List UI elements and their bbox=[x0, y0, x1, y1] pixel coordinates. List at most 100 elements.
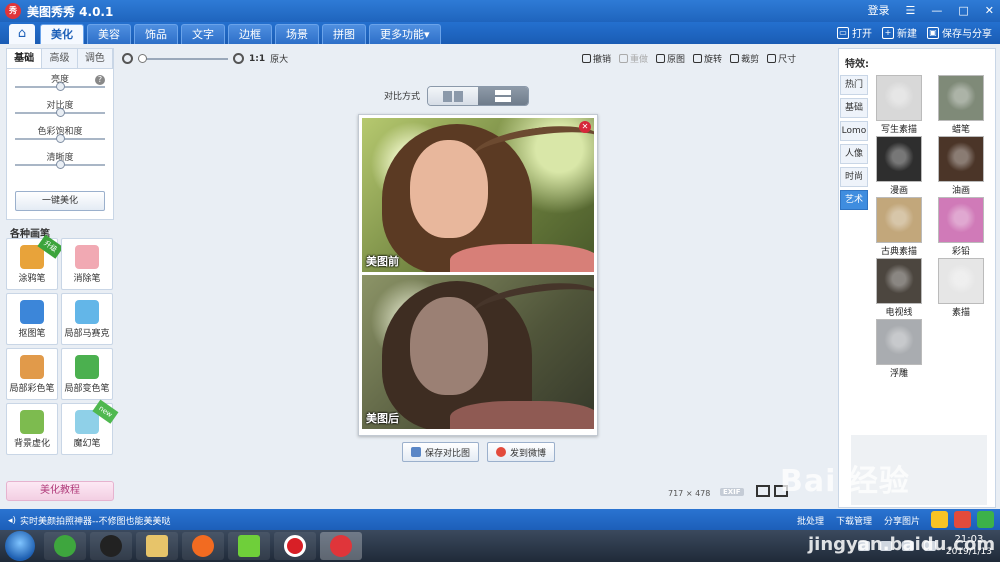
tool-2[interactable]: 原图 bbox=[656, 52, 685, 65]
brush-label: 抠图笔 bbox=[18, 329, 46, 339]
single-view-icon[interactable] bbox=[756, 485, 770, 497]
tool-5[interactable]: 尺寸 bbox=[767, 52, 796, 65]
baidu-watermark-url: jingyan.baidu.com bbox=[808, 534, 996, 555]
new-button[interactable]: + 新建 bbox=[882, 25, 917, 40]
close-compare-icon[interactable]: ✕ bbox=[579, 121, 591, 133]
minimize-button[interactable]: — bbox=[931, 4, 942, 17]
menu-icon[interactable]: ☰ bbox=[906, 4, 916, 17]
effect-category-0[interactable]: 热门 bbox=[840, 75, 868, 95]
subtab-2[interactable]: 调色 bbox=[77, 49, 113, 68]
exif-button[interactable]: EXIF bbox=[720, 488, 744, 496]
side-by-side-mode-button[interactable] bbox=[428, 87, 478, 105]
adjust-panel: 基础 高级 调色 ? 亮度 对比度 色彩饱和度 清晰度 一键美化 bbox=[6, 48, 114, 220]
after-label: 美图后 bbox=[366, 412, 399, 425]
slider-knob[interactable] bbox=[56, 134, 65, 143]
start-button[interactable] bbox=[5, 531, 35, 561]
effect-item-5[interactable]: 彩铅 bbox=[933, 197, 989, 257]
save-comparison-button[interactable]: 保存对比图 bbox=[402, 442, 480, 462]
folder-icon bbox=[146, 535, 168, 557]
brush-5[interactable]: 局部变色笔 bbox=[61, 348, 113, 400]
zoom-in-icon[interactable] bbox=[233, 53, 244, 64]
taskbar-app-video[interactable] bbox=[228, 532, 270, 560]
zoom-out-icon[interactable] bbox=[122, 53, 133, 64]
tab-0[interactable]: 美化 bbox=[40, 24, 84, 44]
slider-1: 对比度 bbox=[7, 95, 113, 121]
save-share-button[interactable]: ▣ 保存与分享 bbox=[927, 25, 992, 40]
slider-knob[interactable] bbox=[56, 82, 65, 91]
tool-4[interactable]: 裁剪 bbox=[730, 52, 759, 65]
slider-track[interactable] bbox=[15, 160, 105, 169]
tool-0[interactable]: 撤销 bbox=[582, 52, 611, 65]
tool-3[interactable]: 旋转 bbox=[693, 52, 722, 65]
slider-track[interactable] bbox=[15, 82, 105, 91]
effect-item-7[interactable]: 素描 bbox=[933, 258, 989, 318]
zoom-slider-knob[interactable] bbox=[138, 53, 147, 63]
tab-3[interactable]: 文字 bbox=[181, 24, 225, 44]
one-click-beautify-button[interactable]: 一键美化 bbox=[15, 191, 105, 211]
open-button[interactable]: ▭ 打开 bbox=[837, 25, 872, 40]
brush-4[interactable]: 局部彩色笔 bbox=[6, 348, 58, 400]
effect-category-4[interactable]: 时尚 bbox=[840, 167, 868, 187]
add-icon[interactable] bbox=[977, 511, 994, 528]
taskbar-app-browser[interactable] bbox=[44, 532, 86, 560]
weibo-icon[interactable] bbox=[954, 511, 971, 528]
tab-1[interactable]: 美容 bbox=[87, 24, 131, 44]
effect-label: 彩铅 bbox=[951, 247, 970, 257]
taskbar-app-meitu[interactable] bbox=[320, 532, 362, 560]
taskbar-app-firefox[interactable] bbox=[182, 532, 224, 560]
download-manager-link[interactable]: 下载管理 bbox=[836, 514, 872, 527]
zoom-slider[interactable] bbox=[138, 53, 228, 63]
slider-track[interactable] bbox=[15, 134, 105, 143]
effect-item-4[interactable]: 古典素描 bbox=[871, 197, 927, 257]
promo-message[interactable]: 实时美颜拍照神器--不修图也能美美哒 bbox=[20, 514, 171, 527]
effect-item-3[interactable]: 油画 bbox=[933, 136, 989, 196]
effect-category-3[interactable]: 人像 bbox=[840, 144, 868, 164]
brush-label: 涂鸦笔 bbox=[18, 274, 46, 284]
maximize-button[interactable]: □ bbox=[958, 4, 968, 17]
effect-item-0[interactable]: 写生素描 bbox=[871, 75, 927, 135]
effect-item-6[interactable]: 电视线 bbox=[871, 258, 927, 318]
brush-2[interactable]: 抠图笔 bbox=[6, 293, 58, 345]
subtab-1[interactable]: 高级 bbox=[42, 49, 78, 68]
brush-6[interactable]: 背景虚化 bbox=[6, 403, 58, 455]
subtab-0[interactable]: 基础 bbox=[7, 49, 43, 68]
tab-6[interactable]: 拼图 bbox=[322, 24, 366, 44]
batch-process-link[interactable]: 批处理 bbox=[797, 514, 824, 527]
brush-7[interactable]: 魔幻笔 new bbox=[61, 399, 119, 455]
slider-2: 色彩饱和度 bbox=[7, 121, 113, 147]
tab-5[interactable]: 场景 bbox=[275, 24, 319, 44]
tab-4[interactable]: 边框 bbox=[228, 24, 272, 44]
effect-category-2[interactable]: Lomo bbox=[840, 121, 868, 141]
taskbar-app-recorder[interactable] bbox=[274, 532, 316, 560]
share-weibo-button[interactable]: 发到微博 bbox=[487, 442, 556, 462]
share-image-link[interactable]: 分享图片 bbox=[884, 514, 920, 527]
zoom-ratio[interactable]: 1:1 bbox=[249, 54, 265, 64]
taskbar-app-explorer[interactable] bbox=[136, 532, 178, 560]
effect-item-2[interactable]: 漫画 bbox=[871, 136, 927, 196]
tab-7[interactable]: 更多功能▾ bbox=[369, 24, 441, 44]
original-size-label[interactable]: 原大 bbox=[270, 52, 288, 65]
star-icon[interactable] bbox=[931, 511, 948, 528]
slider-knob[interactable] bbox=[56, 108, 65, 117]
effect-category-5[interactable]: 艺术 bbox=[840, 190, 868, 210]
brush-1[interactable]: 消除笔 bbox=[61, 238, 113, 290]
title-bar: 秀 美图秀秀 4.0.1 登录 ☰ — □ ✕ bbox=[0, 0, 1000, 22]
taskbar-app-qq[interactable] bbox=[90, 532, 132, 560]
slider-track[interactable] bbox=[15, 108, 105, 117]
slider-knob[interactable] bbox=[56, 160, 65, 169]
brush-0[interactable]: 涂鸦笔 升级 bbox=[6, 234, 64, 290]
login-link[interactable]: 登录 bbox=[868, 2, 890, 18]
beautify-tutorial-button[interactable]: 美化教程 bbox=[6, 481, 114, 501]
brush-label: 消除笔 bbox=[73, 274, 101, 284]
main-tab-bar: ⌂ 美化 美容 饰品 文字 边框 场景 拼图 更多功能▾ ▭ 打开 + 新建 ▣ 保存与分享 bbox=[0, 22, 1000, 44]
effect-category-1[interactable]: 基础 bbox=[840, 98, 868, 118]
home-icon[interactable]: ⌂ bbox=[9, 24, 35, 44]
qq-icon bbox=[100, 535, 122, 557]
close-button[interactable]: ✕ bbox=[985, 4, 994, 17]
brush-3[interactable]: 局部马赛克 bbox=[61, 293, 113, 345]
effect-label: 漫画 bbox=[889, 186, 908, 196]
effect-item-1[interactable]: 蜡笔 bbox=[933, 75, 989, 135]
stacked-mode-button[interactable] bbox=[478, 87, 528, 105]
tab-2[interactable]: 饰品 bbox=[134, 24, 178, 44]
effect-item-8[interactable]: 浮雕 bbox=[871, 319, 927, 379]
